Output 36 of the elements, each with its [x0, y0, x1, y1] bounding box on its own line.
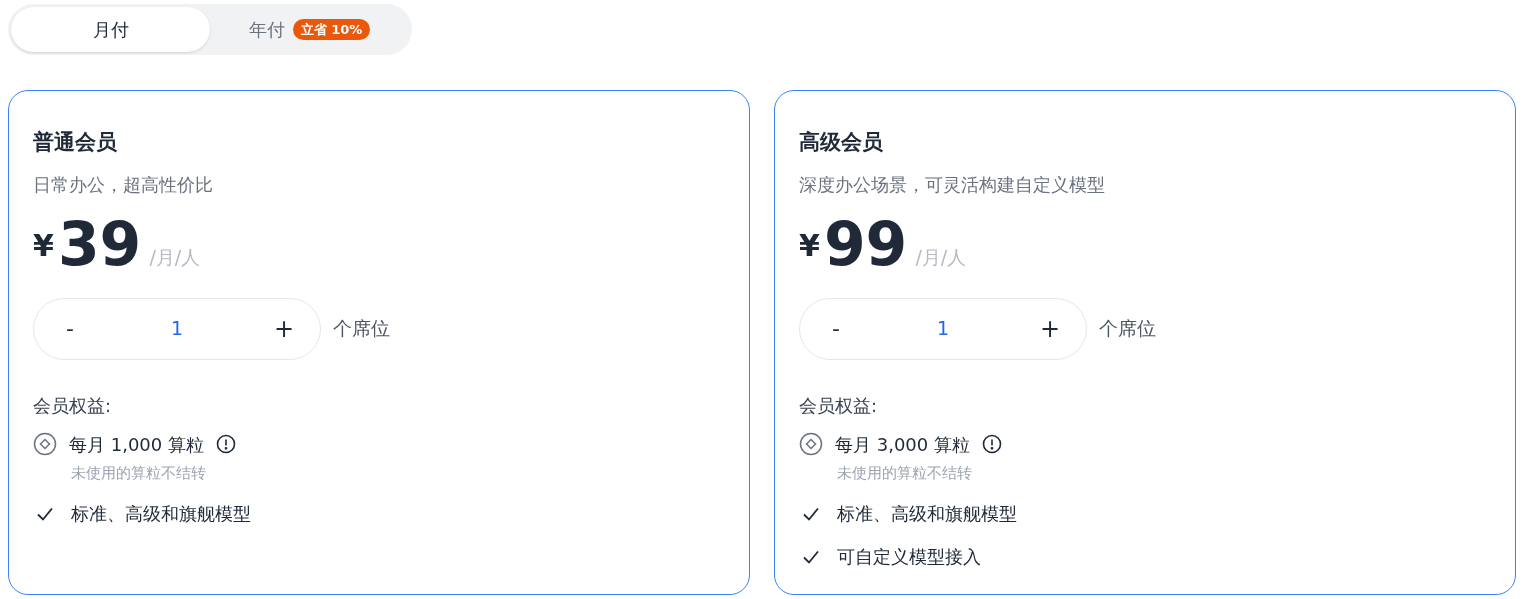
billing-tab[interactable]: 年付 立省 10% [210, 7, 409, 52]
benefit-note: 未使用的算粒不结转 [71, 462, 207, 484]
benefits-title: 会员权益: [799, 393, 879, 418]
price: 99 [823, 213, 908, 274]
increment-button[interactable]: + [268, 310, 300, 347]
plan-card[interactable]: 高级会员 深度办公场景，可灵活构建自定义模型 ¥99/月/人 - 1 + 个席位 会员权益: 每月 3,000 算粒 未使用的算粒不结转 标准、高级和旗舰模型 可自定义模型接入 [774, 90, 1516, 595]
price: 39 [57, 213, 142, 274]
seat-count[interactable]: 1 [936, 314, 950, 343]
seat-count[interactable]: 1 [170, 314, 184, 343]
increment-button[interactable]: + [1034, 310, 1066, 347]
benefit-text: 每月 3,000 算粒 [835, 432, 970, 457]
plan-subtitle: 深度办公场景，可灵活构建自定义模型 [799, 172, 1106, 197]
info-icon[interactable] [216, 434, 236, 454]
plan-title: 普通会员 [33, 129, 118, 156]
coin-icon [799, 432, 823, 456]
decrement-button[interactable]: - [820, 312, 852, 345]
benefits-title: 会员权益: [33, 393, 113, 418]
benefit-text: 每月 1,000 算粒 [69, 432, 204, 457]
plan-title: 高级会员 [799, 129, 884, 156]
plan-subtitle: 日常办公，超高性价比 [33, 172, 214, 197]
benefit-text: 标准、高级和旗舰模型 [71, 502, 251, 526]
benefit-text: 可自定义模型接入 [837, 545, 981, 569]
seat-label: 个席位 [1099, 316, 1156, 342]
plan-card[interactable]: 普通会员 日常办公，超高性价比 ¥39/月/人 - 1 + 个席位 会员权益: 每月 1,000 算粒 未使用的算粒不结转 标准、高级和旗舰模型 [8, 90, 750, 595]
price-unit: /月/人 [149, 245, 201, 270]
currency-symbol: ¥ [33, 226, 54, 265]
coin-icon [33, 432, 57, 456]
decrement-button[interactable]: - [54, 312, 86, 345]
price-unit: /月/人 [915, 245, 967, 270]
benefit-text: 标准、高级和旗舰模型 [837, 502, 1017, 526]
discount-badge: 立省 10% [292, 18, 371, 41]
billing-tab[interactable]: 月付 [11, 7, 210, 52]
seat-label: 个席位 [333, 316, 390, 342]
currency-symbol: ¥ [799, 226, 820, 265]
info-icon[interactable] [982, 434, 1002, 454]
benefit-note: 未使用的算粒不结转 [837, 462, 973, 484]
